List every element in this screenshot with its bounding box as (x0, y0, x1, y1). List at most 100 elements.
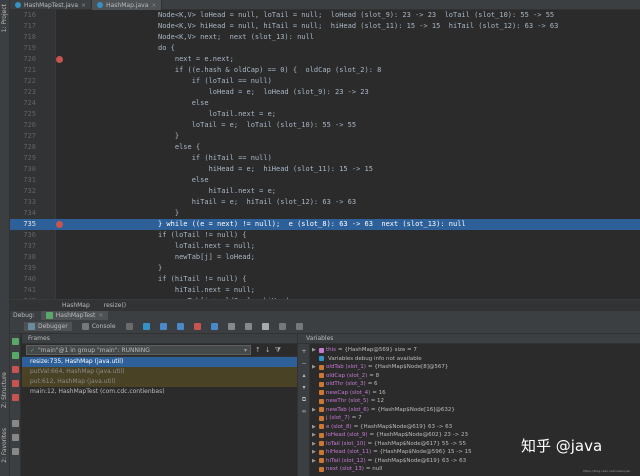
trace-icon[interactable] (278, 323, 286, 330)
breakpoint-icon[interactable] (56, 221, 63, 228)
expand-arrow-icon[interactable]: ▶ (312, 448, 317, 456)
variable-row[interactable]: oldCap (slot_2) = 8 (312, 372, 379, 380)
force-step-into-icon[interactable] (193, 323, 201, 330)
stop-icon[interactable] (12, 366, 19, 373)
code-line[interactable]: 725 loTail.next = e; (10, 109, 640, 120)
expand-arrow-icon[interactable]: ▶ (312, 431, 317, 439)
step-over-icon[interactable] (159, 323, 167, 330)
breadcrumb-class[interactable]: HashMap (62, 302, 90, 309)
tab-console[interactable]: Console (81, 323, 116, 330)
stack-frame[interactable]: main:12, HashMapTest (com.cdc.contienbas… (22, 387, 297, 397)
code-line[interactable]: 726 loTail = e; loTail (slot_10): 55 -> … (10, 120, 640, 131)
close-icon[interactable]: × (81, 2, 86, 9)
favorites-tool-tab[interactable]: 2: Favorites (1, 428, 8, 463)
expand-arrow-icon[interactable]: ▶ (312, 423, 317, 431)
plus-icon[interactable]: + (300, 348, 308, 355)
step-out-icon[interactable] (210, 323, 218, 330)
copy-icon[interactable]: ⧉ (300, 396, 308, 403)
expand-arrow-icon[interactable]: ▶ (312, 440, 317, 448)
code-line[interactable]: 718 Node<K,V> next; next (slot_13): null (10, 32, 640, 43)
show-execution-point-icon[interactable] (142, 323, 150, 330)
debug-config-tab[interactable]: HashMapTest × (40, 310, 109, 321)
line-number: 732 (23, 187, 36, 195)
code-editor[interactable]: 716 Node<K,V> loHead = null, loTail = nul… (10, 10, 640, 299)
variable-row[interactable]: newThr (slot_5) = 12 (312, 397, 384, 405)
code-line[interactable]: 738 newTab[j] = loHead; (10, 252, 640, 263)
filter-icon[interactable]: ⧩ (275, 346, 281, 355)
resume-icon[interactable] (12, 352, 19, 359)
stack-frame[interactable]: resize:735, HashMap (java.util) (22, 357, 297, 367)
variable-row[interactable]: ▶ this = {HashMap@569} size = 7 (312, 346, 417, 354)
list-icon[interactable] (295, 323, 303, 330)
code-line[interactable]: 730 hiHead = e; hiHead (slot_11): 15 -> … (10, 164, 640, 175)
variable-row[interactable]: ▶ hiTail (slot_12) = {HashMap$Node@619} 6… (312, 457, 466, 465)
mute-breakpoints-icon[interactable] (12, 394, 19, 401)
view-breakpoints-icon[interactable] (12, 380, 19, 387)
code-line[interactable]: 731 else (10, 175, 640, 186)
variable-row[interactable]: j (slot_7) = 7 (312, 414, 362, 422)
execution-line[interactable]: 735} while ((e = next) != null); e (slot… (10, 219, 640, 230)
drop-frame-icon[interactable] (227, 323, 235, 330)
camera-icon[interactable] (12, 420, 19, 427)
code-line[interactable]: 722 if (loTail == null) (10, 76, 640, 87)
variable-row[interactable]: next (slot_13) = null (312, 465, 382, 473)
code-line[interactable]: 736 if (loTail != null) { (10, 230, 640, 241)
structure-tool-tab[interactable]: Z: Structure (1, 372, 8, 408)
tab-hashmap[interactable]: HashMap.java × (92, 0, 163, 10)
code-line[interactable]: 716 Node<K,V> loHead = null, loTail = nul… (10, 10, 640, 21)
code-line[interactable]: 732 hiTail.next = e; (10, 186, 640, 197)
code-line[interactable]: 741 hiTail.next = null; (10, 285, 640, 296)
run-to-cursor-icon[interactable] (244, 323, 252, 330)
project-tool-tab[interactable]: 1: Project (1, 4, 8, 32)
code-line[interactable]: 719 do { (10, 43, 640, 54)
expand-arrow-icon[interactable]: ▶ (312, 406, 317, 414)
code-line[interactable]: 720 next = e.next; (10, 54, 640, 65)
expand-arrow-icon[interactable]: ▶ (312, 346, 317, 354)
close-icon[interactable]: × (151, 2, 156, 9)
breadcrumb-method[interactable]: resize() (104, 302, 126, 309)
code-line[interactable]: 724 else (10, 98, 640, 109)
breakpoint-icon[interactable] (56, 56, 63, 63)
expand-arrow-icon[interactable]: ▶ (312, 363, 317, 371)
glasses-icon[interactable]: ∞ (300, 408, 308, 415)
code-line[interactable]: 737 loTail.next = null; (10, 241, 640, 252)
layout-icon[interactable] (125, 323, 133, 330)
variable-row[interactable]: ▶ oldTab (slot_1) = {HashMap$Node[8]@567} (312, 363, 448, 371)
code-line[interactable]: 721 if ((e.hash & oldCap) == 0) { oldCap… (10, 65, 640, 76)
settings-icon[interactable] (12, 434, 19, 441)
variable-row[interactable]: ▶ loHead (slot_9) = {HashMap$Node@602} 23… (312, 431, 468, 439)
step-into-icon[interactable] (176, 323, 184, 330)
code-line[interactable]: 723 loHead = e; loHead (slot_9): 23 -> 2… (10, 87, 640, 98)
stack-frame[interactable]: put:612, HashMap (java.util) (22, 377, 297, 387)
stack-frame[interactable]: putVal:664, HashMap (java.util) (22, 367, 297, 377)
tab-debugger[interactable]: Debugger (24, 322, 72, 331)
code-line[interactable]: 728 else { (10, 142, 640, 153)
close-icon[interactable]: × (98, 312, 103, 319)
minus-icon[interactable]: − (300, 360, 308, 367)
variable-row[interactable]: Variables debug info not available (312, 355, 422, 363)
rerun-icon[interactable] (12, 338, 19, 345)
arrow-up-icon[interactable]: ▴ (300, 372, 308, 379)
pin-icon[interactable] (12, 448, 19, 455)
code-line[interactable]: 740 if (hiTail != null) { (10, 274, 640, 285)
variable-row[interactable]: ▶ loTail (slot_10) = {HashMap$Node@617} 5… (312, 440, 466, 448)
arrow-down-icon[interactable]: ↓ (265, 346, 271, 354)
arrow-down-icon[interactable]: ▾ (300, 384, 308, 391)
variable-row[interactable]: newCap (slot_4) = 16 (312, 389, 386, 397)
code-line[interactable]: 717 Node<K,V> hiHead = null, hiTail = nul… (10, 21, 640, 32)
evaluate-expression-icon[interactable] (261, 323, 269, 330)
variable-row[interactable]: ▶ hiHead (slot_11) = {HashMap$Node@596} 1… (312, 448, 472, 456)
code-line[interactable]: 733 hiTail = e; hiTail (slot_12): 63 -> … (10, 197, 640, 208)
variable-row[interactable]: ▶ e (slot_8) = {HashMap$Node@619} 63 -> 6… (312, 423, 452, 431)
code-line[interactable]: 734 } (10, 208, 640, 219)
thread-dropdown[interactable]: ✓ "main"@1 in group "main": RUNNING ▾ (26, 345, 251, 355)
variable-value: Variables debug info not available (328, 355, 422, 362)
code-line[interactable]: 729 if (hiTail == null) (10, 153, 640, 164)
variable-row[interactable]: ▶ newTab (slot_6) = {HashMap$Node[16]@632… (312, 406, 455, 414)
variable-row[interactable]: oldThr (slot_3) = 6 (312, 380, 378, 388)
code-line[interactable]: 727 } (10, 131, 640, 142)
tab-hashmaptest[interactable]: HashMapTest.java × (10, 0, 93, 10)
arrow-up-icon[interactable]: ↑ (255, 346, 261, 354)
code-line[interactable]: 739} (10, 263, 640, 274)
expand-arrow-icon[interactable]: ▶ (312, 457, 317, 465)
